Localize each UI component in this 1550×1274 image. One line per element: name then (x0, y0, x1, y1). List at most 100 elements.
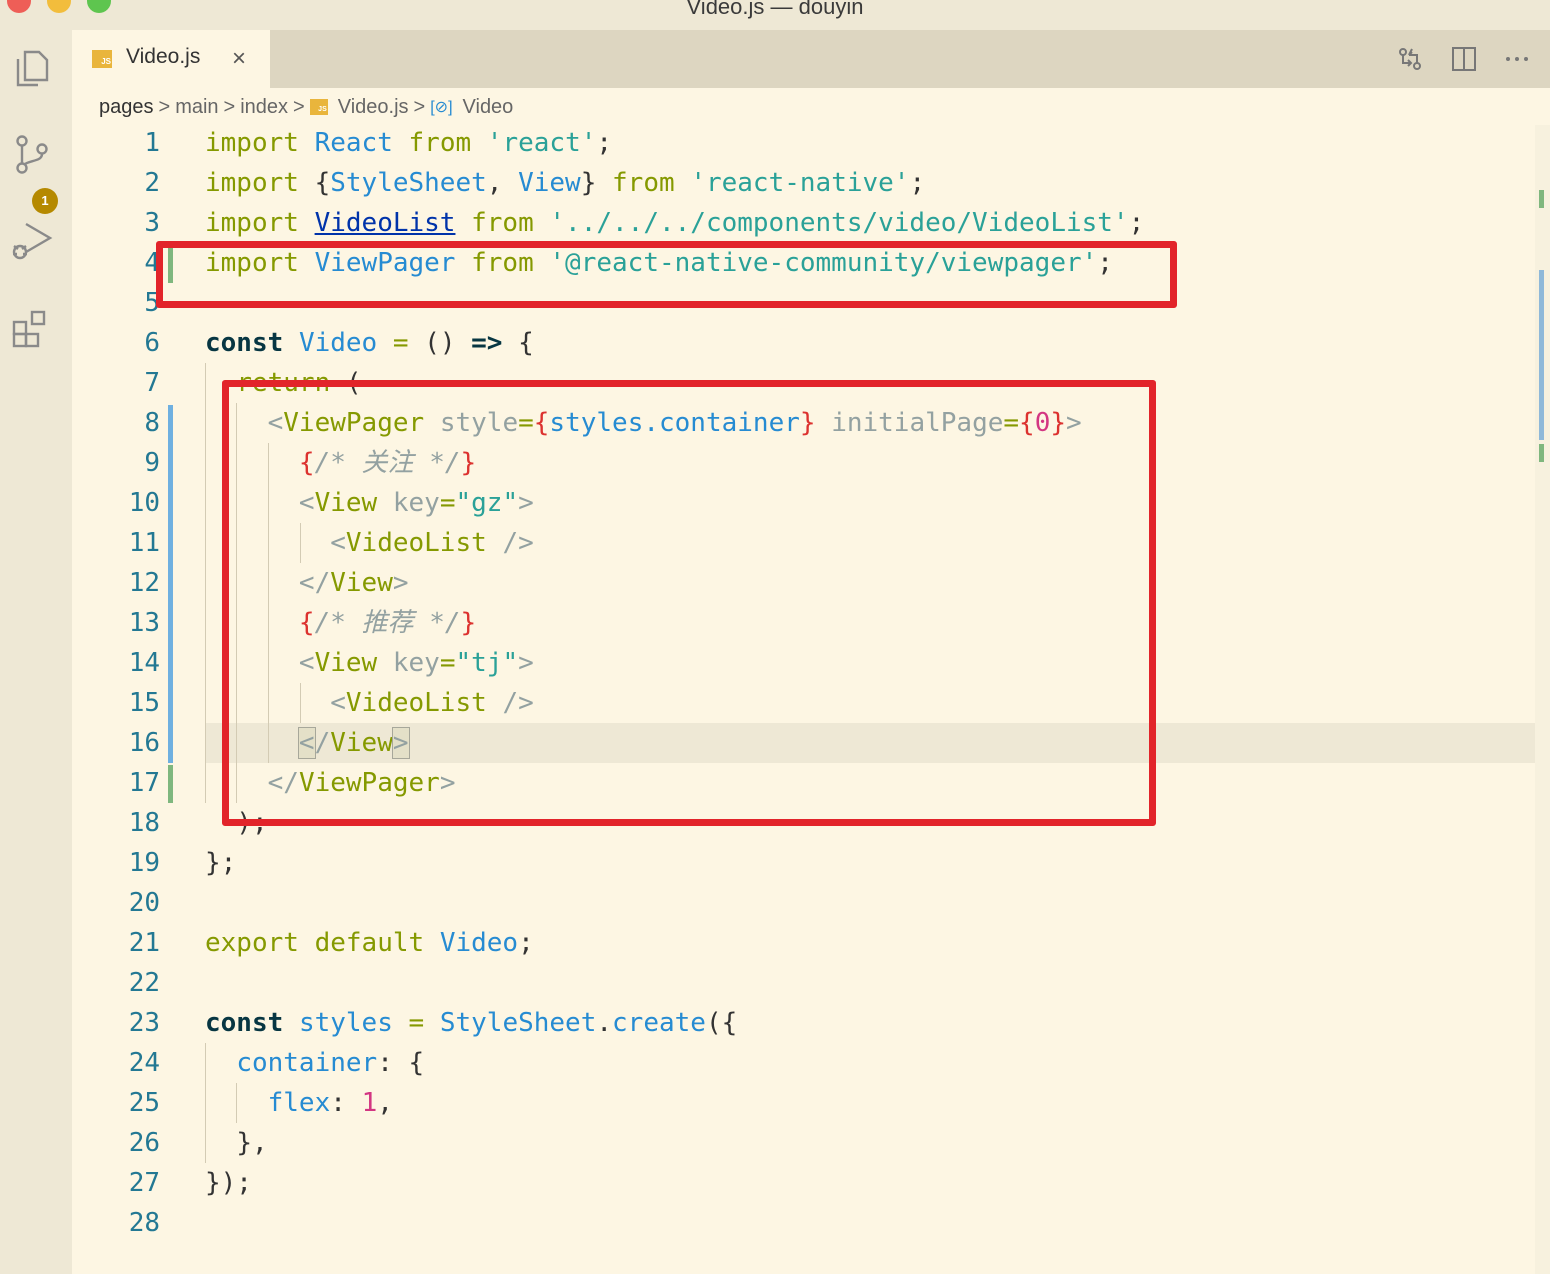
token: = (408, 1008, 425, 1038)
token: ; (1128, 208, 1145, 238)
line-number: 11 (128, 528, 160, 558)
line-number: 10 (128, 488, 160, 518)
line-number: 15 (128, 688, 160, 718)
line-number: 19 (128, 848, 160, 878)
token: , (486, 168, 519, 198)
js-file-icon: JS (92, 50, 112, 68)
line-number: 2 (144, 168, 160, 198)
js-file-icon: JS (309, 99, 328, 115)
token: import (205, 128, 299, 158)
annotation-box-import (156, 241, 1177, 308)
token: { (518, 328, 534, 358)
line-code: import VideoList from '../../../componen… (205, 203, 1144, 243)
line-number: 17 (128, 768, 160, 798)
breadcrumb-separator: > (223, 95, 236, 118)
token: . (596, 1008, 613, 1038)
line-number: 3 (144, 208, 160, 238)
code-line: 28 (72, 1203, 1536, 1243)
breadcrumb-separator: > (413, 95, 426, 118)
line-code: }, (205, 1123, 267, 1163)
token: 1 (361, 1088, 378, 1118)
line-code: flex: 1, (205, 1083, 393, 1123)
token: { (314, 168, 331, 198)
code-line: 26 }, (72, 1123, 1536, 1163)
line-code: import {StyleSheet, View} from 'react-na… (205, 163, 925, 203)
line-number: 13 (128, 608, 160, 638)
token: , (377, 1088, 393, 1118)
line-number: 14 (128, 648, 160, 678)
tab-label: Video.js (126, 45, 201, 68)
token: () (424, 328, 456, 358)
breadcrumb: pages > main > index > JS Video.js > [⊘]… (99, 92, 513, 122)
line-number: 8 (144, 408, 160, 438)
symbol-variable-icon: [⊘] (430, 99, 453, 116)
token: ; (909, 168, 926, 198)
breadcrumb-separator: > (158, 95, 171, 118)
code-line: 3 import VideoList from '../../../compon… (72, 203, 1536, 243)
code-line: 21 export default Video; (72, 923, 1536, 963)
line-code: container: { (205, 1043, 424, 1083)
line-number: 22 (128, 968, 160, 998)
token: : (377, 1048, 393, 1078)
token: ({ (705, 1008, 738, 1038)
token: flex (267, 1088, 331, 1118)
code-line: 1 import React from 'react'; (72, 123, 1536, 163)
open-changes-icon[interactable] (1395, 44, 1425, 74)
extensions-icon[interactable] (10, 306, 54, 350)
token: Video (439, 928, 519, 958)
line-number: 25 (128, 1088, 160, 1118)
code-line: 6 const Video = () => { (72, 323, 1536, 363)
breadcrumb-main[interactable]: main (175, 96, 218, 119)
token: default (314, 928, 425, 958)
token: View (518, 168, 581, 198)
explorer-icon[interactable] (10, 46, 54, 90)
token: from (471, 208, 534, 238)
tab-close-button[interactable]: × (232, 47, 246, 71)
code-line: 19 }; (72, 843, 1536, 883)
line-code: }; (205, 843, 236, 883)
source-control-icon[interactable] (10, 132, 54, 176)
line-number: 23 (128, 1008, 160, 1038)
overview-ruler-added (1539, 444, 1544, 462)
line-code: const styles = StyleSheet.create({ (205, 1003, 737, 1043)
breadcrumb-pages[interactable]: pages (99, 96, 154, 119)
tab-video-js[interactable]: JS Video.js × (72, 30, 270, 88)
line-number: 18 (128, 808, 160, 838)
line-code: const Video = () => { (205, 323, 534, 363)
token: ; (596, 128, 613, 158)
breadcrumb-index[interactable]: index (240, 96, 288, 119)
token: const (205, 328, 284, 358)
breadcrumb-file[interactable]: Video.js (338, 96, 409, 119)
code-line: 25 flex: 1, (72, 1083, 1536, 1123)
code-line: 22 (72, 963, 1536, 1003)
line-code: }); (205, 1163, 252, 1203)
line-number: 12 (128, 568, 160, 598)
token: ; (518, 928, 534, 958)
code-line: 27 }); (72, 1163, 1536, 1203)
split-editor-icon[interactable] (1449, 44, 1479, 74)
line-number: 4 (144, 248, 160, 278)
token: { (408, 1048, 425, 1078)
line-number: 28 (128, 1208, 160, 1238)
token: from (408, 128, 472, 158)
line-number: 9 (144, 448, 160, 478)
line-number: 16 (128, 728, 160, 758)
token: 'react-native' (690, 168, 910, 198)
activity-bar: 1 (0, 30, 72, 1274)
token-link[interactable]: VideoList (315, 208, 456, 238)
token: from (612, 168, 675, 198)
window-title-bar: Video.js — douyin (0, 0, 1550, 30)
breadcrumb-symbol[interactable]: Video (463, 96, 514, 119)
token: : (330, 1088, 346, 1118)
token: => (471, 328, 503, 358)
token: container (236, 1048, 378, 1078)
run-debug-icon[interactable] (10, 218, 54, 262)
scm-badge: 1 (32, 188, 58, 214)
code-line: 20 (72, 883, 1536, 923)
line-code: import React from 'react'; (205, 123, 612, 163)
more-actions-icon[interactable] (1502, 44, 1532, 74)
code-line: 23 const styles = StyleSheet.create({ (72, 1003, 1536, 1043)
window-title: Video.js — douyin (686, 0, 864, 19)
token: create (612, 1008, 706, 1038)
token: import (205, 208, 299, 238)
